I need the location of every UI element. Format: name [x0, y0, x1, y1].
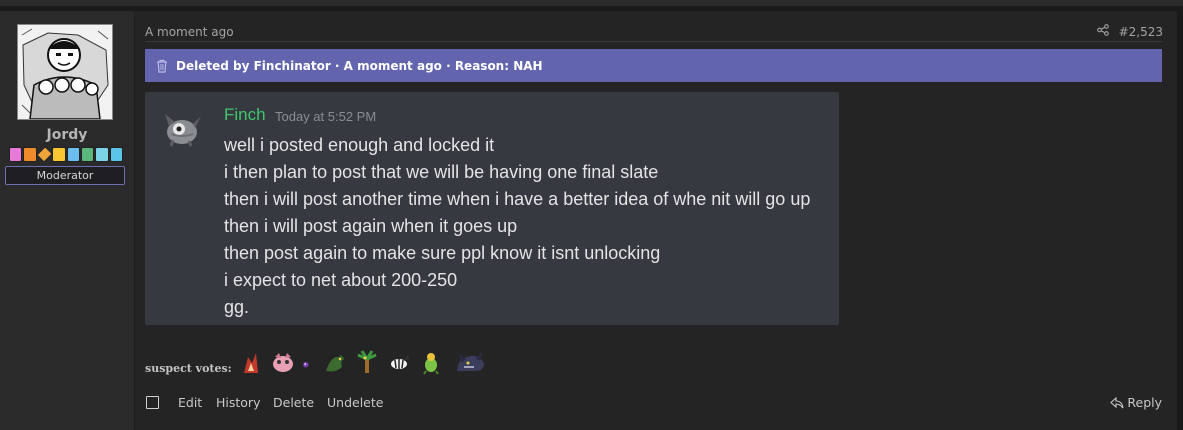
- chat-line: i expect to net about 200-250: [224, 270, 458, 290]
- chat-message: well i posted enough and locked it i the…: [224, 132, 810, 321]
- pink-pokemon-icon: [272, 353, 293, 372]
- palm-tree-pokemon-icon: [357, 350, 377, 373]
- chat-line: well i posted enough and locked it: [224, 135, 495, 155]
- post-main: A moment ago #2,523 Deleted by Finchinat…: [135, 11, 1177, 430]
- user-column: Jordy Moderator: [0, 11, 135, 430]
- user-badges: [9, 146, 123, 163]
- chat-avatar: [159, 104, 205, 150]
- badge-bolt-icon: [52, 147, 66, 162]
- avatar[interactable]: [17, 24, 113, 120]
- chat-time: Today at 5:52 PM: [275, 109, 377, 124]
- green-dragon-icon: [325, 351, 344, 372]
- chat-line: i then plan to post that we will be havi…: [224, 162, 659, 182]
- deleted-notice: Deleted by Finchinator · A moment ago · …: [145, 49, 1162, 82]
- username[interactable]: Jordy: [0, 127, 134, 143]
- badge-water-icon: [66, 147, 80, 162]
- badge-diamond-icon: [36, 146, 53, 163]
- post-number[interactable]: #2,523: [1119, 25, 1163, 39]
- orb-icon: [302, 362, 309, 368]
- select-checkbox[interactable]: [146, 396, 159, 409]
- fire-pokemon-icon: [243, 353, 258, 373]
- chat-line: then i will post another time when i hav…: [224, 189, 811, 209]
- role-badge: Moderator: [5, 166, 125, 185]
- zebra-pokemon-icon: [390, 355, 409, 373]
- signature: suspect votes:: [145, 345, 490, 375]
- chat-author: Finch: [224, 105, 266, 124]
- edit-button[interactable]: Edit: [178, 395, 202, 410]
- dark-beast-pokemon-icon: [456, 351, 484, 371]
- discord-screenshot: Finch Today at 5:52 PM well i posted eno…: [145, 92, 839, 325]
- chat-line: then i will post again when it goes up: [224, 216, 518, 236]
- post-actions: Edit History Delete Undelete Reply: [145, 395, 1162, 413]
- reply-label: Reply: [1127, 395, 1162, 410]
- badge-flame-icon: [23, 147, 37, 162]
- signature-label: suspect votes:: [145, 362, 232, 375]
- post-timestamp[interactable]: A moment ago: [145, 25, 234, 39]
- reply-icon: [1110, 396, 1124, 408]
- delete-button[interactable]: Delete: [273, 395, 314, 410]
- history-button[interactable]: History: [216, 395, 260, 410]
- reply-button[interactable]: Reply: [1110, 395, 1162, 410]
- badge-leaf-icon: [80, 147, 95, 162]
- undelete-button[interactable]: Undelete: [327, 395, 383, 410]
- chat-line: gg.: [224, 297, 250, 317]
- green-flower-pokemon-icon: [422, 353, 439, 375]
- share-icon[interactable]: [1096, 24, 1109, 39]
- badge-gem-icon: [95, 147, 109, 162]
- chat-line: then post again to make sure ppl know it…: [224, 243, 661, 263]
- badge-heart-icon: [9, 147, 23, 162]
- deleted-notice-text: Deleted by Finchinator · A moment ago · …: [176, 58, 543, 73]
- post: Jordy Moderator A moment ago #2,523 Dele: [0, 11, 1183, 430]
- badge-ice-icon: [109, 147, 123, 162]
- header-divider: [145, 41, 1162, 42]
- trash-icon: [156, 59, 168, 73]
- post-header-right: #2,523: [1096, 24, 1163, 39]
